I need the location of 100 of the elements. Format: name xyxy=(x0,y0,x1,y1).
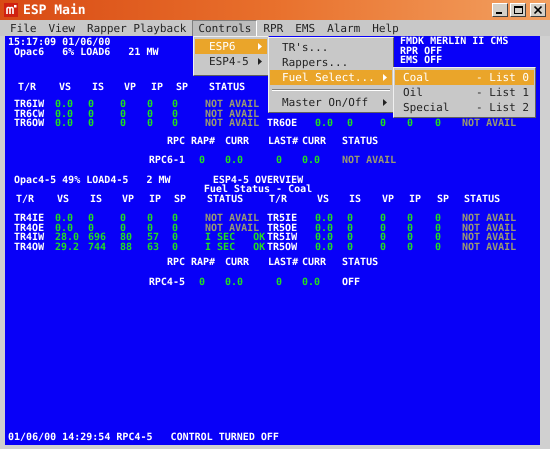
tr-label: TR5IW xyxy=(267,233,298,242)
value-text: 0 xyxy=(172,233,180,242)
menu-item[interactable]: View xyxy=(42,20,81,36)
column-header: RPC xyxy=(166,258,186,268)
menu-item[interactable]: Special - List 2 xyxy=(395,100,534,115)
tr-label: TR4OE xyxy=(14,224,46,233)
value-text: 696 xyxy=(88,233,108,242)
value-text: 0.0 xyxy=(302,156,322,166)
rpc-label: RPC6-1 xyxy=(148,156,186,166)
menu-item[interactable]: Rapper Playback xyxy=(81,20,192,36)
column-header: T/R xyxy=(268,194,288,204)
column-header: SP xyxy=(436,194,450,204)
column-header: IS xyxy=(89,194,104,204)
menu-item[interactable]: Oil - List 1 xyxy=(395,85,534,100)
value-text: 0 xyxy=(380,119,388,128)
value-text: 0 xyxy=(120,119,128,128)
column-header: STATUS xyxy=(342,136,380,146)
value-text: 0.0 xyxy=(55,224,74,233)
menu-item[interactable]: File xyxy=(4,20,42,36)
tr-label: TR5OW xyxy=(267,242,298,252)
value-text: 0 xyxy=(172,119,180,128)
maximize-button[interactable] xyxy=(510,3,526,17)
section-subtitle: Fuel Status - Coal xyxy=(204,185,312,194)
menu-item[interactable]: EMS xyxy=(289,20,322,36)
column-header: RPC xyxy=(166,136,186,146)
column-header: VP xyxy=(121,194,136,204)
column-header: STATUS xyxy=(342,258,380,268)
value-text: 0.0 xyxy=(55,119,74,128)
status-text: I SEC OK xyxy=(205,233,266,242)
status-text: NOT AVAIL xyxy=(205,119,260,128)
column-header: STATUS xyxy=(208,82,246,92)
status-text: NOT AVAIL xyxy=(205,100,260,110)
value-text: 0 xyxy=(120,224,126,233)
value-text: 0 xyxy=(120,110,128,119)
menu-item[interactable]: Rappers... xyxy=(270,55,392,70)
value-text: 0.0 xyxy=(315,224,334,233)
column-header: VP xyxy=(381,194,396,204)
column-header: T/R xyxy=(17,82,38,92)
value-text: 28.0 xyxy=(55,233,80,242)
menu-item[interactable]: TR's... xyxy=(270,40,392,55)
menu-item[interactable]: Controls xyxy=(192,20,258,36)
menu-item[interactable]: Master On/Off xyxy=(270,95,392,110)
column-header: IS xyxy=(348,194,362,204)
clock-text: 15:17:09 01/06/00 xyxy=(8,38,110,48)
status-message: 01/06/00 14:29:54 RPC4-5 CONTROL TURNED OFF xyxy=(8,432,280,442)
status-text: NOT AVAIL xyxy=(462,224,518,233)
status-text: NOT AVAIL xyxy=(462,233,518,242)
column-header: T/R xyxy=(15,194,36,204)
value-text: 0 xyxy=(380,214,388,224)
value-text: 0 xyxy=(435,233,442,242)
status-text: OFF xyxy=(342,278,362,287)
value-text: 0 xyxy=(275,278,284,287)
value-text: 0 xyxy=(347,224,354,233)
column-header: RAP# xyxy=(191,136,216,146)
status-text: I SEC OK xyxy=(205,242,266,252)
tr-label: TR6OW xyxy=(14,119,46,128)
column-header: CURR xyxy=(225,258,250,268)
value-text: 0 xyxy=(435,242,442,252)
status-text: NOT AVAIL xyxy=(462,214,518,224)
value-text: 0 xyxy=(347,214,354,224)
value-text: 63 xyxy=(147,242,160,252)
value-text: 0 xyxy=(172,110,180,119)
close-button[interactable] xyxy=(530,3,546,17)
status-text: NOT AVAIL xyxy=(205,224,260,233)
minimize-button[interactable] xyxy=(492,3,508,17)
column-header: RAP# xyxy=(191,258,216,268)
window-title: ESP Main xyxy=(23,2,86,18)
value-text: 0 xyxy=(275,156,284,166)
value-text: 0 xyxy=(88,119,96,128)
column-header: LAST# xyxy=(268,258,300,268)
value-text: 0 xyxy=(407,214,414,224)
column-header: LAST# xyxy=(268,136,300,146)
value-text: 0 xyxy=(172,224,180,233)
value-text: 0 xyxy=(407,242,414,252)
menu-item[interactable]: Help xyxy=(366,20,405,36)
tr-label: TR4IE xyxy=(14,214,46,224)
column-header: VS xyxy=(56,194,70,204)
value-text: 29.2 xyxy=(55,242,80,252)
menu-item[interactable]: ESP4-5 xyxy=(195,54,267,69)
value-text: 0.0 xyxy=(315,119,334,128)
rpc-label: RPC4-5 xyxy=(148,278,186,287)
status-text: NOT AVAIL xyxy=(205,110,260,119)
value-text: 0 xyxy=(380,242,388,252)
value-text: 0 xyxy=(380,224,388,233)
value-text: 0 xyxy=(172,100,180,110)
section-title: ESP4-5 OVERVIEW xyxy=(212,176,304,185)
value-text: 0 xyxy=(347,119,354,128)
menu-item[interactable]: Alarm xyxy=(321,20,366,36)
value-text: 0 xyxy=(147,119,154,128)
value-text: 80 xyxy=(120,233,134,242)
status-text: NOT AVAIL xyxy=(462,242,518,252)
column-header: VS xyxy=(58,82,72,92)
menu-item[interactable]: RPR xyxy=(257,20,290,36)
value-text: 0 xyxy=(172,214,180,224)
value-text: 0 xyxy=(347,233,354,242)
column-header: CURR xyxy=(302,136,328,146)
column-header: STATUS xyxy=(206,194,244,204)
value-text: 0 xyxy=(435,224,442,233)
value-text: 0.0 xyxy=(315,214,334,224)
info-text: FMDK MERLIN II CMS xyxy=(400,37,508,46)
